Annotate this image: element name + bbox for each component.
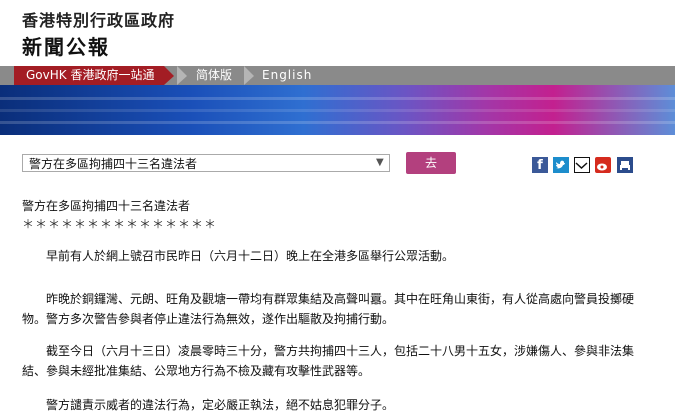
weibo-icon[interactable] [595,157,611,173]
print-icon[interactable] [617,157,633,173]
email-icon[interactable] [574,157,590,173]
govhk-link[interactable]: GovHK 香港政府一站通 [14,66,174,85]
english-link[interactable]: English [262,66,312,85]
title-divider: ＊＊＊＊＊＊＊＊＊＊＊＊＊＊＊ [22,217,218,231]
org-name: 香港特別行政區政府 [22,11,176,30]
article-title: 警方在多區拘捕四十三名違法者 [22,199,191,213]
page-header: 香港特別行政區政府 新聞公報 [0,0,675,66]
nav-separator [177,66,187,85]
paragraph-3: 截至今日（六月十三日）凌晨零時三十分，警方共拘捕四十三人，包括二十八男十五女，涉… [22,344,635,378]
paragraph-1: 早前有人於網上號召市民昨日（六月十二日）晚上在全港多區舉行公眾活動。 [22,249,455,263]
facebook-icon[interactable]: f [532,157,548,173]
go-button[interactable]: 去 [406,152,456,174]
paragraph-4: 警方譴責示威者的違法行為，定必嚴正執法，絕不姑息犯罪分子。 [22,398,395,412]
topic-select[interactable]: 警方在多區拘捕四十三名違法者 [22,154,390,172]
brand-title[interactable]: 新聞公報 [22,31,110,60]
simplified-chinese-link[interactable]: 简体版 [196,66,232,85]
top-nav: GovHK 香港政府一站通 简体版 English [0,66,675,85]
twitter-icon[interactable] [553,157,569,173]
paragraph-2: 昨晚於銅鑼灣、元朗、旺角及觀塘一帶均有群眾集結及高聲叫囂。其中在旺角山東街，有人… [22,292,635,326]
nav-separator [244,66,254,85]
chevron-down-icon[interactable]: ▼ [376,154,384,172]
header-banner [0,85,675,135]
